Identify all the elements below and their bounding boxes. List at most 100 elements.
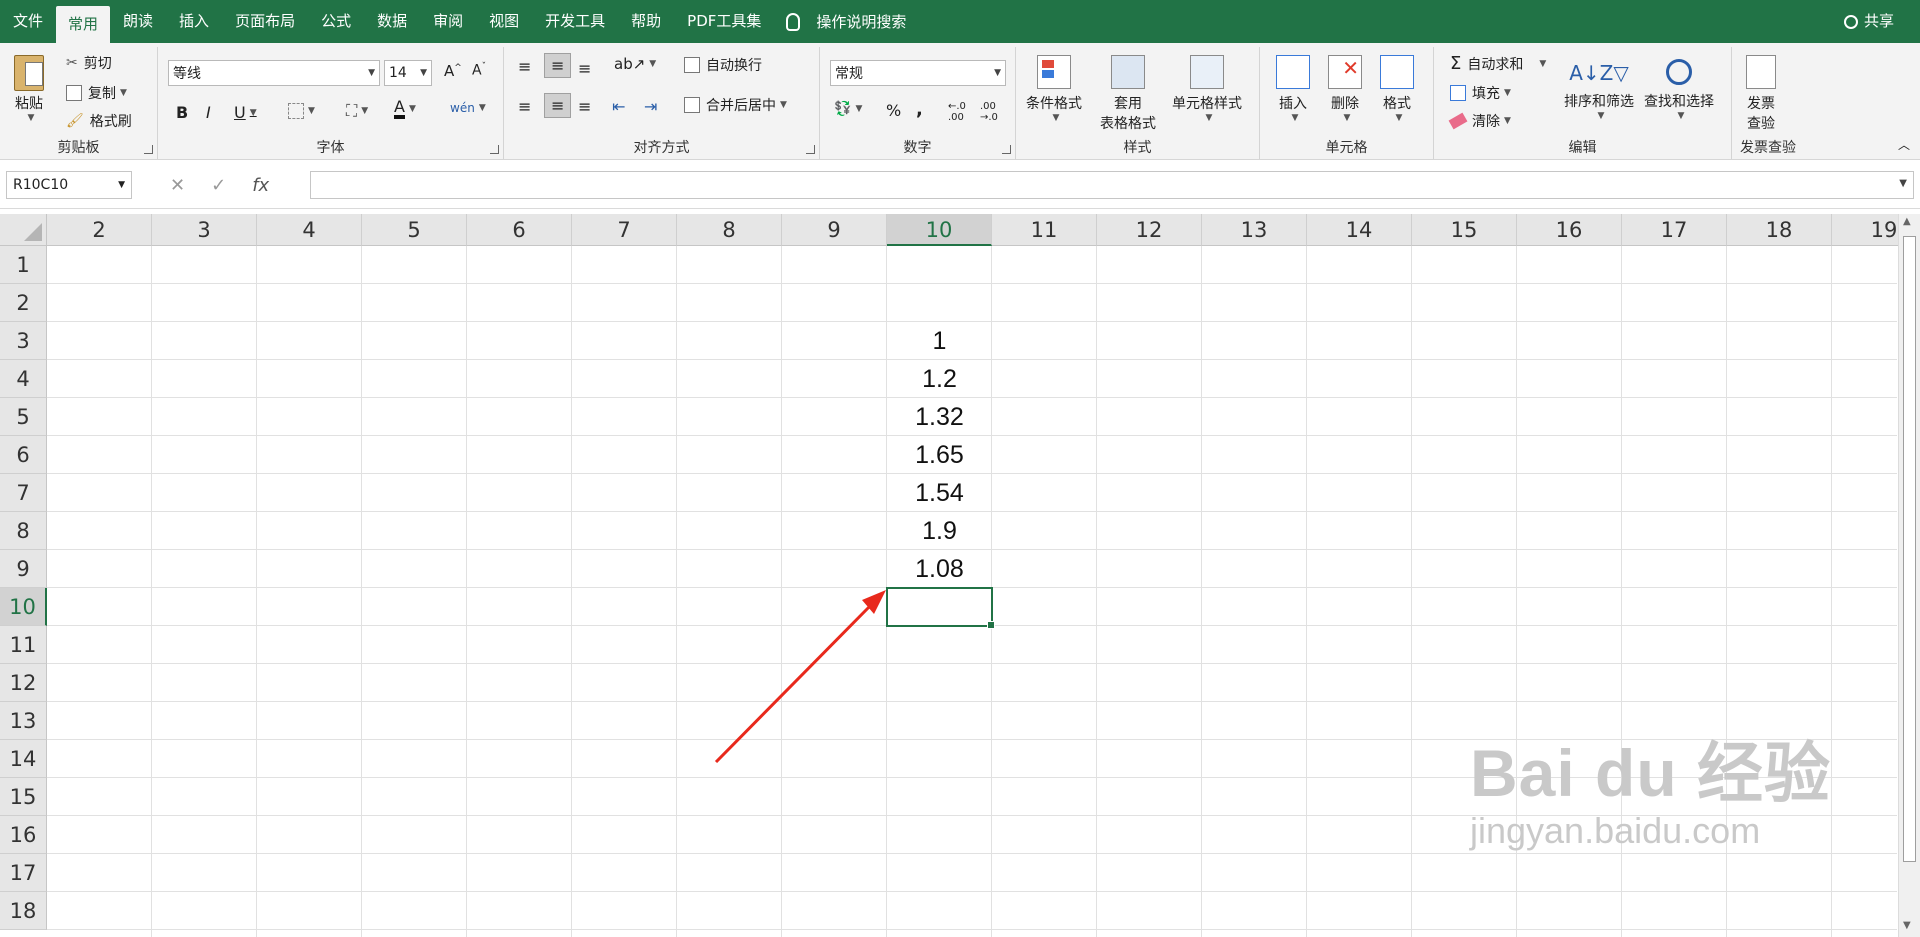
tab-developer[interactable]: 开发工具 [532,0,618,43]
conditional-formatting-button[interactable]: 条件格式 ▼ [1026,55,1082,123]
decrease-font-button[interactable]: Aˇ [472,62,486,79]
scroll-up-icon[interactable]: ▲ [1903,216,1911,227]
increase-font-button[interactable]: A^ [444,62,462,80]
row-header[interactable]: 17 [0,854,47,892]
row-header[interactable]: 12 [0,664,47,702]
cell-value[interactable]: 1.32 [887,398,992,436]
cell-value[interactable]: 1 [887,322,992,360]
paste-button[interactable]: 粘贴 ▼ [14,55,44,123]
column-header[interactable]: 8 [677,214,782,246]
comma-style-button[interactable]: , [916,99,923,120]
tab-page-layout[interactable]: 页面布局 [222,0,308,43]
row-header[interactable]: 9 [0,550,47,588]
dialog-launcher-icon[interactable] [144,145,153,154]
column-header[interactable]: 10 [887,214,992,246]
borders-button[interactable]: ▼ [288,103,315,119]
autosum-button[interactable]: Σ 自动求和 ▼ [1450,53,1546,74]
italic-button[interactable]: I [206,103,211,122]
cell-styles-button[interactable]: 单元格样式 ▼ [1172,55,1242,123]
row-header[interactable]: 3 [0,322,47,360]
row-header[interactable]: 13 [0,702,47,740]
tell-me-search[interactable]: 操作说明搜索 [786,11,906,32]
increase-decimal-button[interactable]: ←.0.00 [948,101,966,123]
column-header[interactable]: 2 [47,214,152,246]
format-as-table-button[interactable]: 套用 表格格式 [1100,55,1156,133]
row-header[interactable]: 16 [0,816,47,854]
orientation-button[interactable]: ab↗ ▼ [614,55,656,73]
cancel-icon[interactable]: ✕ [170,175,185,196]
row-header[interactable]: 15 [0,778,47,816]
column-header[interactable]: 18 [1727,214,1832,246]
row-header[interactable]: 11 [0,626,47,664]
formula-input[interactable]: ▼ [310,171,1914,199]
align-right-button[interactable]: ≡ [578,97,591,116]
copy-button[interactable]: 复制 ▼ [66,83,127,103]
increase-indent-button[interactable]: ⇥ [644,97,657,116]
find-select-button[interactable]: 查找和选择 ▼ [1644,55,1714,121]
tab-home[interactable]: 常用 [56,6,111,43]
dialog-launcher-icon[interactable] [1002,145,1011,154]
invoice-check-button[interactable]: 发票 查验 [1746,55,1776,133]
row-header[interactable]: 14 [0,740,47,778]
row-header[interactable]: 18 [0,892,47,930]
scroll-thumb[interactable] [1903,236,1916,862]
row-header[interactable]: 8 [0,512,47,550]
accounting-format-button[interactable]: 💱 ▼ [834,101,862,117]
tab-help[interactable]: 帮助 [618,0,674,43]
align-top-button[interactable]: ≡ [518,57,531,76]
cell-value[interactable]: 1.9 [887,512,992,550]
merge-center-button[interactable]: 合并后居中 ▼ [684,95,787,115]
align-center-button[interactable]: ≡ [544,93,572,118]
format-painter-button[interactable]: 🖌 格式刷 [66,111,132,131]
phonetic-button[interactable]: wén ▼ [450,101,486,115]
cell-value[interactable]: 1.54 [887,474,992,512]
column-header[interactable]: 13 [1202,214,1307,246]
tab-pdf-tools[interactable]: PDF工具集 [674,0,774,43]
number-format-select[interactable]: 常规 ▼ [830,60,1006,86]
cell-value[interactable]: 1.08 [887,550,992,588]
function-icon[interactable]: fx [252,175,269,196]
clear-button[interactable]: 清除 ▼ [1448,111,1511,131]
row-header[interactable]: 4 [0,360,47,398]
font-size-select[interactable]: 14 ▼ [384,60,432,86]
collapse-ribbon-button[interactable]: ︿ [1898,136,1910,153]
share-button[interactable]: 共享 [1843,0,1894,43]
delete-cells-button[interactable]: ✕ 删除 ▼ [1328,55,1362,123]
column-header[interactable]: 17 [1622,214,1727,246]
column-header[interactable]: 6 [467,214,572,246]
column-header[interactable]: 7 [572,214,677,246]
cell-value[interactable]: 1.65 [887,436,992,474]
cut-button[interactable]: ✂ 剪切 [66,53,112,73]
dialog-launcher-icon[interactable] [806,145,815,154]
decrease-decimal-button[interactable]: .00 →.0 [980,101,998,123]
active-cell[interactable] [886,587,995,629]
row-header[interactable]: 2 [0,284,47,322]
column-header[interactable]: 4 [257,214,362,246]
fill-button[interactable]: 填充 ▼ [1450,83,1511,103]
fill-color-button[interactable]: ⛶ ▼ [346,101,368,121]
decrease-indent-button[interactable]: ⇤ [612,97,625,116]
row-header[interactable]: 7 [0,474,47,512]
format-cells-button[interactable]: 格式 ▼ [1380,55,1414,123]
row-header[interactable]: 10 [0,588,47,626]
tab-file[interactable]: 文件 [0,0,56,43]
underline-button[interactable]: U ▼ [234,103,257,122]
name-box[interactable]: R10C10 ▼ [6,171,132,199]
bold-button[interactable]: B [176,103,188,122]
tab-data[interactable]: 数据 [364,0,420,43]
column-header[interactable]: 3 [152,214,257,246]
column-header[interactable]: 16 [1517,214,1622,246]
column-header[interactable]: 5 [362,214,467,246]
select-all-button[interactable] [0,214,47,246]
column-header[interactable]: 11 [992,214,1097,246]
tab-read-aloud[interactable]: 朗读 [110,0,166,43]
check-icon[interactable]: ✓ [211,175,226,196]
percent-button[interactable]: % [886,101,901,120]
dialog-launcher-icon[interactable] [490,145,499,154]
align-middle-button[interactable]: ≡ [544,53,572,78]
tab-view[interactable]: 视图 [476,0,532,43]
align-bottom-button[interactable]: ≡ [578,59,591,78]
column-header[interactable]: 9 [782,214,887,246]
font-name-select[interactable]: 等线 ▼ [168,60,380,86]
wrap-text-button[interactable]: 自动换行 [684,55,762,75]
